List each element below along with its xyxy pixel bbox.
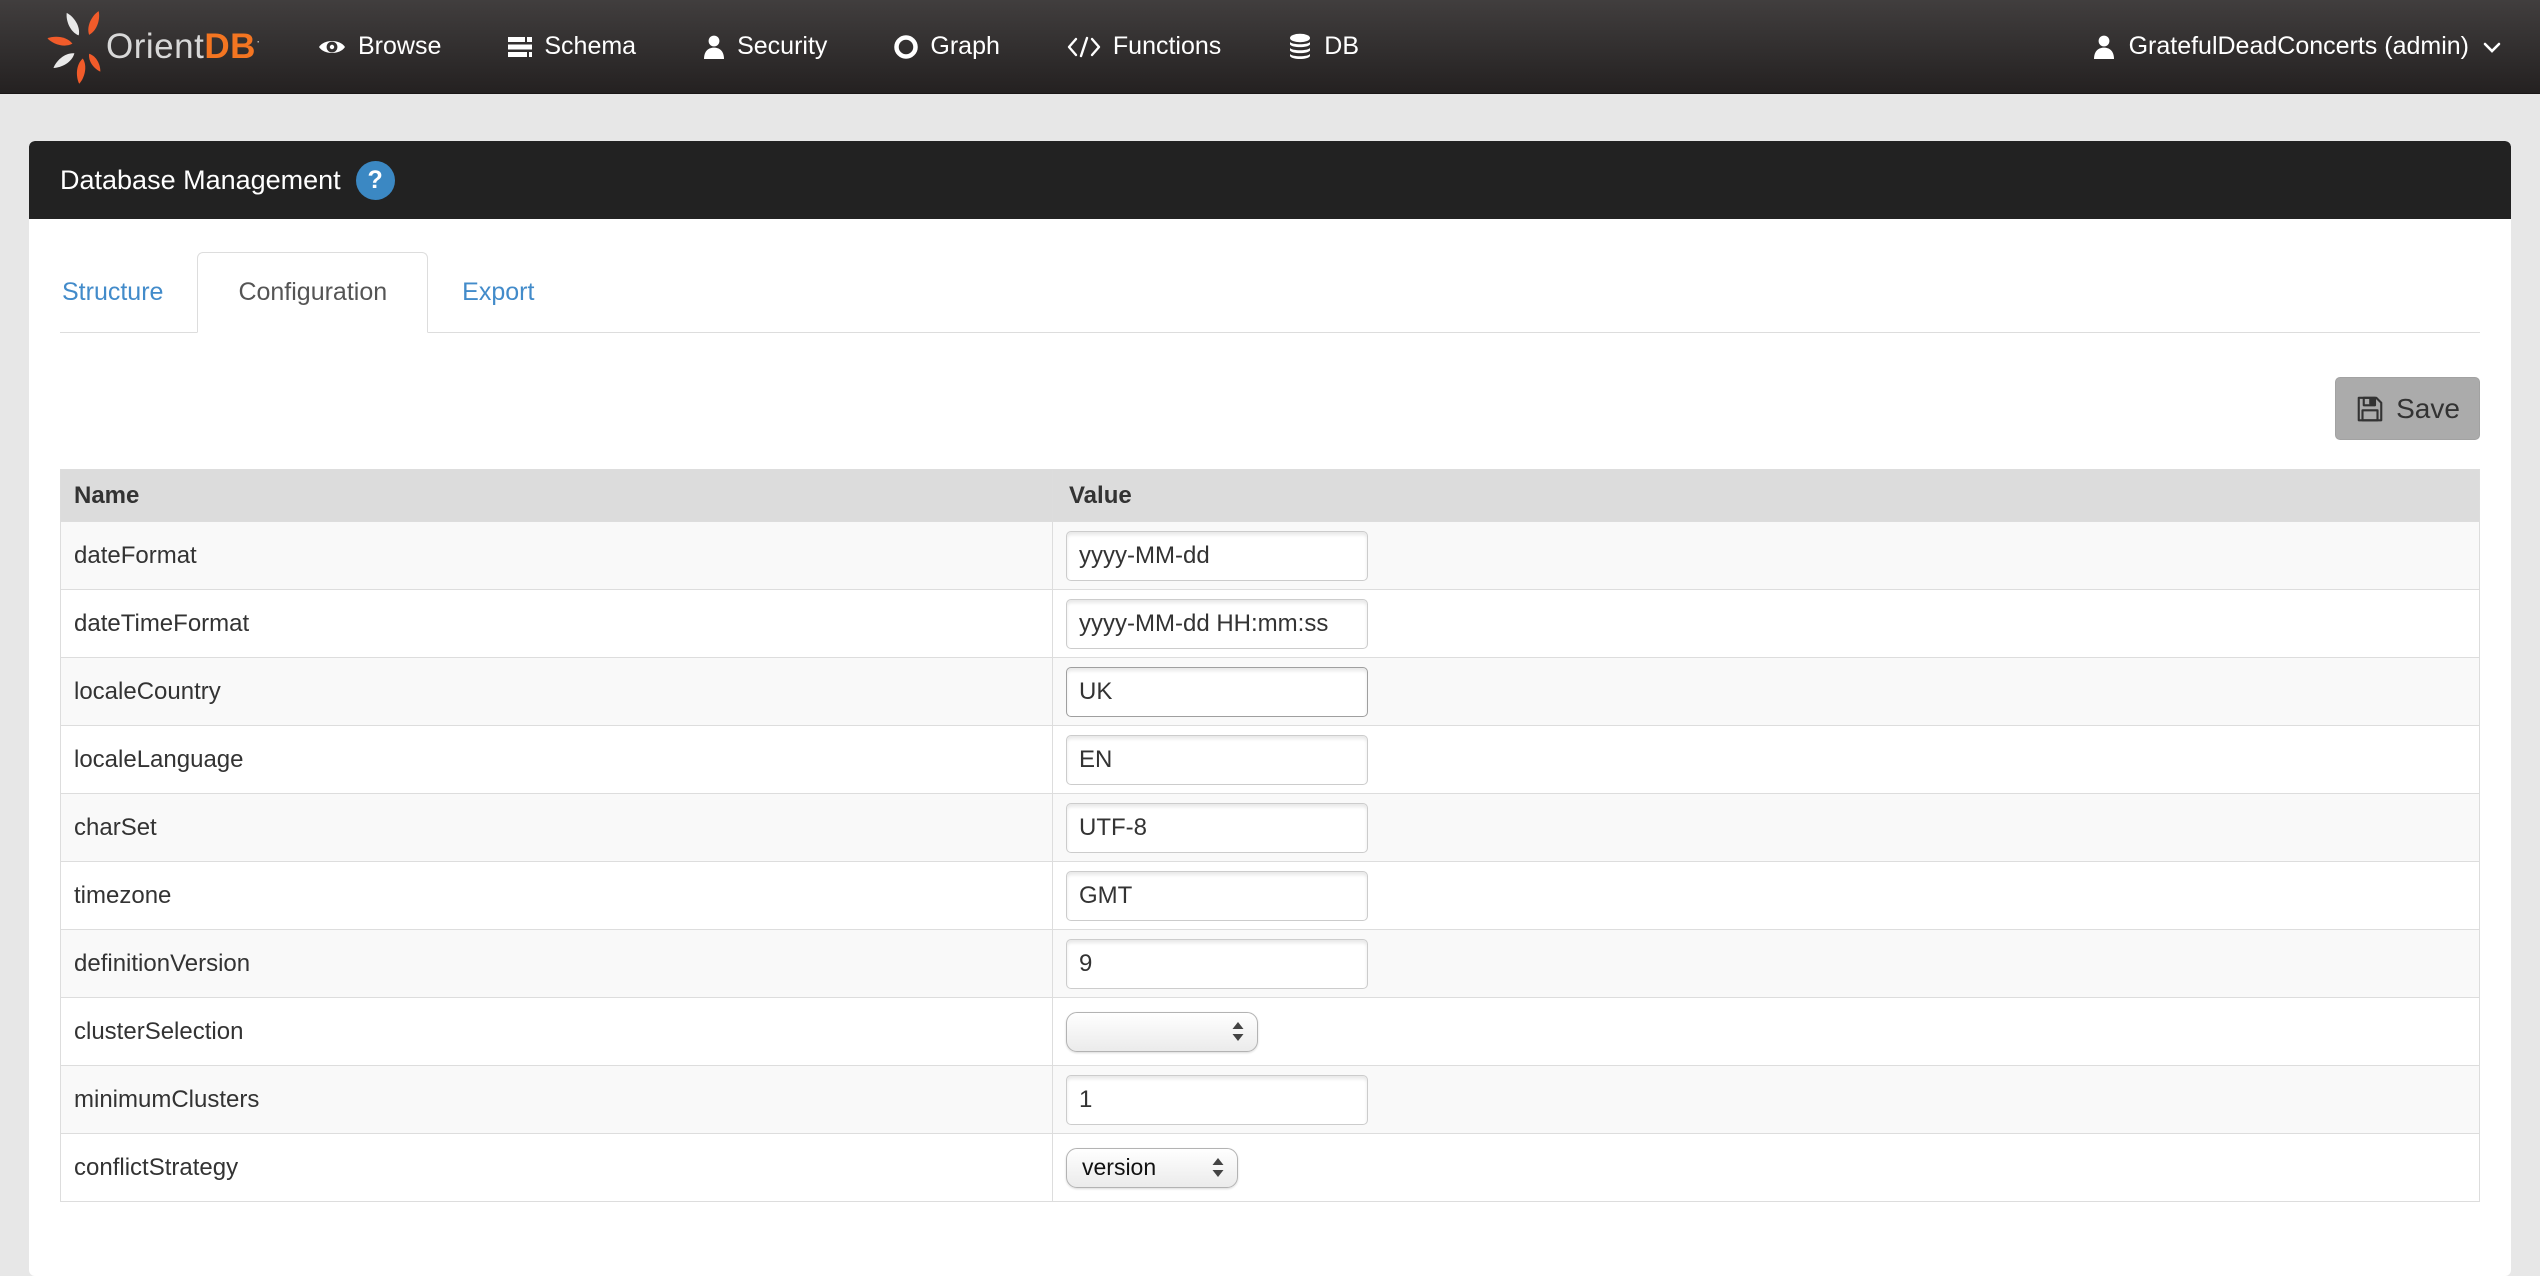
config-name-label: dateFormat	[74, 541, 197, 569]
config-value-cell	[1052, 521, 2480, 590]
config-value-cell	[1052, 929, 2480, 998]
main-menu: Browse Schema Security Graph Functions D…	[317, 0, 1392, 93]
help-icon[interactable]: ?	[355, 160, 395, 200]
config-name-cell: localeLanguage	[60, 725, 1053, 794]
config-name-cell: clusterSelection	[60, 997, 1053, 1066]
config-name-label: conflictStrategy	[74, 1153, 239, 1181]
nav-item-label: Security	[737, 32, 828, 60]
tasks-icon	[507, 35, 533, 59]
config-value-select[interactable]: version	[1066, 1147, 1238, 1188]
panel-header: Database Management ?	[29, 141, 2511, 219]
config-table-body: dateFormat dateTimeFormat localeCountry loc…	[60, 521, 2480, 1202]
config-name-label: clusterSelection	[74, 1017, 244, 1045]
config-name-cell: timezone	[60, 861, 1053, 930]
config-name-cell: minimumClusters	[60, 1065, 1053, 1134]
save-button-label: Save	[2396, 392, 2460, 424]
nav-item-functions[interactable]: Functions	[1033, 0, 1254, 93]
database-icon	[1287, 33, 1313, 61]
config-name-label: localeLanguage	[74, 745, 244, 773]
tab-configuration[interactable]: Configuration	[197, 252, 429, 333]
select-arrows-icon	[1231, 1021, 1245, 1043]
table-row: timezone	[60, 861, 2480, 930]
config-name-cell: definitionVersion	[60, 929, 1053, 998]
config-value-cell	[1052, 657, 2480, 726]
nav-item-schema[interactable]: Schema	[474, 0, 669, 93]
config-value-input[interactable]	[1066, 666, 1368, 717]
code-icon	[1066, 35, 1102, 59]
tab-bar: Structure Configuration Export	[60, 252, 2480, 333]
brand-text: OrientDB·	[106, 26, 262, 66]
save-icon	[2355, 394, 2385, 424]
toolbar: Save	[60, 377, 2480, 440]
config-value-select[interactable]	[1066, 1011, 1258, 1052]
config-value-cell	[1052, 997, 2480, 1066]
circle-icon	[893, 34, 919, 60]
config-name-cell: localeCountry	[60, 657, 1053, 726]
config-name-cell: conflictStrategy	[60, 1133, 1053, 1202]
table-row: conflictStrategy version	[60, 1133, 2480, 1202]
nav-item-graph[interactable]: Graph	[860, 0, 1032, 93]
nav-item-label: Browse	[358, 32, 442, 60]
save-button[interactable]: Save	[2335, 377, 2480, 440]
nav-item-label: Functions	[1112, 32, 1222, 60]
nav-item-db[interactable]: DB	[1254, 0, 1392, 93]
config-value-input[interactable]	[1066, 530, 1368, 581]
page-container: Database Management ? Structure Configur…	[0, 94, 2540, 1276]
table-row: localeLanguage	[60, 725, 2480, 794]
config-value-input[interactable]	[1066, 1074, 1368, 1125]
column-header-value: Value	[1052, 469, 2480, 522]
panel-body: Structure Configuration Export Save Name…	[29, 252, 2511, 1202]
table-row: definitionVersion	[60, 929, 2480, 998]
table-row: dateTimeFormat	[60, 589, 2480, 658]
column-header-name: Name	[60, 469, 1053, 522]
config-name-label: definitionVersion	[74, 949, 251, 977]
select-value-label: version	[1082, 1154, 1157, 1180]
config-value-input[interactable]	[1066, 870, 1368, 921]
eye-icon	[317, 35, 347, 59]
config-name-cell: dateTimeFormat	[60, 589, 1053, 658]
table-row: dateFormat	[60, 521, 2480, 590]
config-value-cell	[1052, 725, 2480, 794]
table-header-row: Name Value	[60, 469, 2480, 522]
nav-item-browse[interactable]: Browse	[317, 0, 474, 93]
config-value-cell: version	[1052, 1133, 2480, 1202]
config-value-input[interactable]	[1066, 734, 1368, 785]
user-icon	[2092, 34, 2116, 60]
nav-item-label: Schema	[544, 32, 637, 60]
user-menu-label: GratefulDeadConcerts (admin)	[2128, 32, 2469, 60]
config-value-input[interactable]	[1066, 598, 1368, 649]
nav-item-security[interactable]: Security	[669, 0, 860, 93]
configuration-table: Name Value dateFormat dateTimeFormat local…	[60, 469, 2480, 1202]
config-name-label: timezone	[74, 881, 172, 909]
orientdb-logo[interactable]: OrientDB·	[34, 0, 284, 94]
config-name-label: charSet	[74, 813, 157, 841]
database-management-panel: Database Management ? Structure Configur…	[29, 141, 2511, 1276]
select-arrows-icon	[1211, 1157, 1225, 1179]
config-name-cell: charSet	[60, 793, 1053, 862]
config-name-cell: dateFormat	[60, 521, 1053, 590]
config-name-label: minimumClusters	[74, 1085, 260, 1113]
top-navbar: OrientDB· Browse Schema Security Graph F…	[0, 0, 2540, 94]
config-value-cell	[1052, 861, 2480, 930]
config-name-label: localeCountry	[74, 677, 221, 705]
page-title: Database Management	[60, 164, 341, 195]
tab-export[interactable]: Export	[428, 252, 568, 332]
config-value-input[interactable]	[1066, 938, 1368, 989]
tab-structure[interactable]: Structure	[60, 252, 197, 332]
nav-item-label: DB	[1324, 32, 1360, 60]
config-name-label: dateTimeFormat	[74, 609, 250, 637]
user-icon	[702, 34, 726, 60]
table-row: localeCountry	[60, 657, 2480, 726]
config-value-input[interactable]	[1066, 802, 1368, 853]
nav-item-label: Graph	[930, 32, 1000, 60]
config-value-cell	[1052, 1065, 2480, 1134]
user-menu[interactable]: GratefulDeadConcerts (admin)	[2088, 0, 2506, 93]
config-value-cell	[1052, 589, 2480, 658]
table-row: minimumClusters	[60, 1065, 2480, 1134]
table-row: charSet	[60, 793, 2480, 862]
chevron-down-icon	[2482, 32, 2502, 61]
table-row: clusterSelection	[60, 997, 2480, 1066]
config-value-cell	[1052, 793, 2480, 862]
